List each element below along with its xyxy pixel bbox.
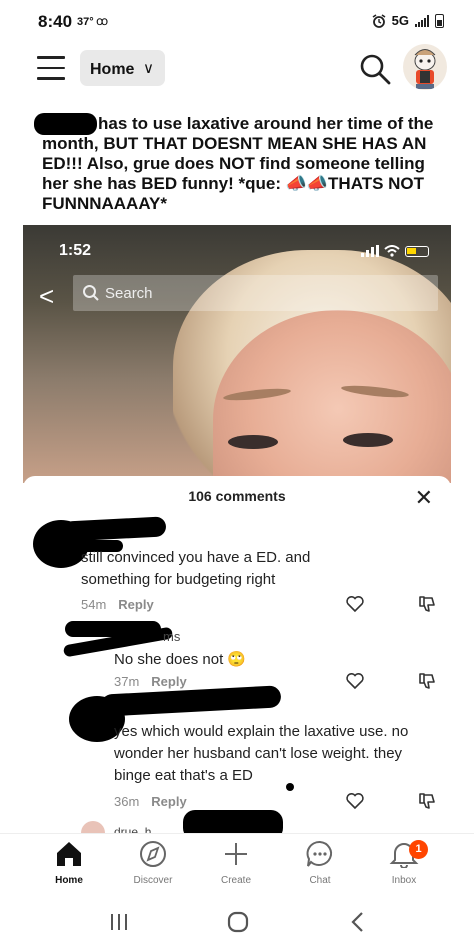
nav-chat[interactable]: Chat: [285, 840, 355, 886]
reply-button: Reply: [151, 794, 187, 809]
video-status-icons: [361, 245, 429, 257]
nav-create-label: Create: [220, 875, 251, 886]
reply-button: Reply: [151, 674, 187, 689]
comments-sheet: 106 comments ✕ still convinced you have …: [23, 476, 451, 834]
redaction-dot: [286, 783, 294, 791]
video-search-bar: Search: [73, 275, 438, 311]
heart-icon: [346, 793, 364, 810]
image-eye-right: [343, 433, 393, 447]
nav-inbox-label: Inbox: [391, 875, 417, 886]
video-status-time: 1:52: [59, 242, 92, 259]
signal-icon: [415, 14, 429, 27]
heart-icon: [346, 673, 364, 690]
dislike-icon: [419, 596, 435, 612]
comment-time: 36m: [114, 794, 140, 809]
post-body: has to use laxative around her time of t…: [42, 114, 434, 213]
heart-icon: [346, 596, 364, 613]
system-navigation-bar: [0, 895, 474, 950]
compass-icon: [140, 841, 166, 867]
comment-meta: 37m Reply: [114, 674, 187, 689]
app-top-bar: Home ∨: [0, 44, 474, 98]
comment-meta: 36m Reply: [114, 794, 187, 809]
post-body-text: has to use laxative around her time of t…: [42, 114, 442, 214]
user-avatar[interactable]: [403, 44, 447, 90]
system-back-icon[interactable]: [350, 911, 366, 933]
video-search-icon: [83, 285, 99, 301]
post-image[interactable]: 1:52 < Search: [23, 225, 451, 483]
redacted-username: [183, 810, 283, 834]
video-battery-icon: [405, 245, 429, 257]
nav-home-label: Home: [55, 875, 83, 886]
search-icon[interactable]: [358, 52, 392, 86]
image-eye-left: [228, 435, 278, 449]
network-type: 5G: [391, 13, 409, 28]
comments-count: 106 comments: [188, 488, 286, 504]
bottom-navigation: Home Discover Create Chat 1 Inbox: [0, 833, 474, 895]
battery-icon: [435, 13, 444, 28]
video-signal-icon: [361, 245, 379, 257]
nav-chat-label: Chat: [309, 875, 331, 886]
video-search-placeholder: Search: [105, 285, 153, 302]
nav-discover[interactable]: Discover: [118, 840, 188, 886]
chevron-down-icon: ∨: [143, 60, 154, 77]
video-back-icon: <: [39, 281, 55, 311]
status-temperature: 37°: [77, 16, 94, 28]
voicemail-icon: ꝏ: [96, 14, 109, 28]
dislike-icon: [419, 673, 435, 689]
status-icons: 5G: [372, 13, 444, 28]
comment-text: yes which would explain the laxative use…: [114, 723, 409, 784]
plus-icon: [225, 843, 247, 865]
menu-icon[interactable]: [37, 56, 65, 80]
nav-discover-label: Discover: [133, 875, 173, 886]
comment-time: 54m: [81, 597, 107, 612]
redacted-username: [62, 516, 167, 542]
snoo-avatar-icon: [414, 49, 436, 89]
comment-meta: 54m Reply: [81, 597, 154, 612]
video-wifi-icon: [384, 245, 400, 257]
inbox-badge: 1: [409, 840, 428, 859]
recent-apps-icon[interactable]: [109, 912, 129, 932]
system-home-icon[interactable]: [226, 910, 250, 934]
nav-create[interactable]: Create: [201, 840, 271, 886]
status-time: 8:40: [38, 12, 73, 31]
nav-home[interactable]: Home: [34, 840, 104, 886]
comment-text: No she does not 🙄: [114, 651, 247, 668]
feed-selector-dropdown[interactable]: Home ∨: [80, 50, 165, 86]
feed-selector-label: Home: [90, 61, 135, 78]
home-icon: [57, 842, 81, 866]
chat-bubble-icon: [306, 840, 333, 867]
dislike-icon: [419, 793, 435, 809]
comment-text: still convinced you have a ED. and somet…: [81, 549, 311, 588]
comment-username-tail: ms: [163, 629, 181, 644]
reply-button: Reply: [118, 597, 154, 612]
nav-inbox[interactable]: 1 Inbox: [369, 840, 439, 886]
close-icon: ✕: [414, 485, 433, 510]
redacted-username: [100, 685, 282, 717]
alarm-icon: [372, 13, 386, 28]
status-bar: 8:40 37° ꝏ 5G: [0, 0, 474, 44]
comment-time: 37m: [114, 674, 140, 689]
